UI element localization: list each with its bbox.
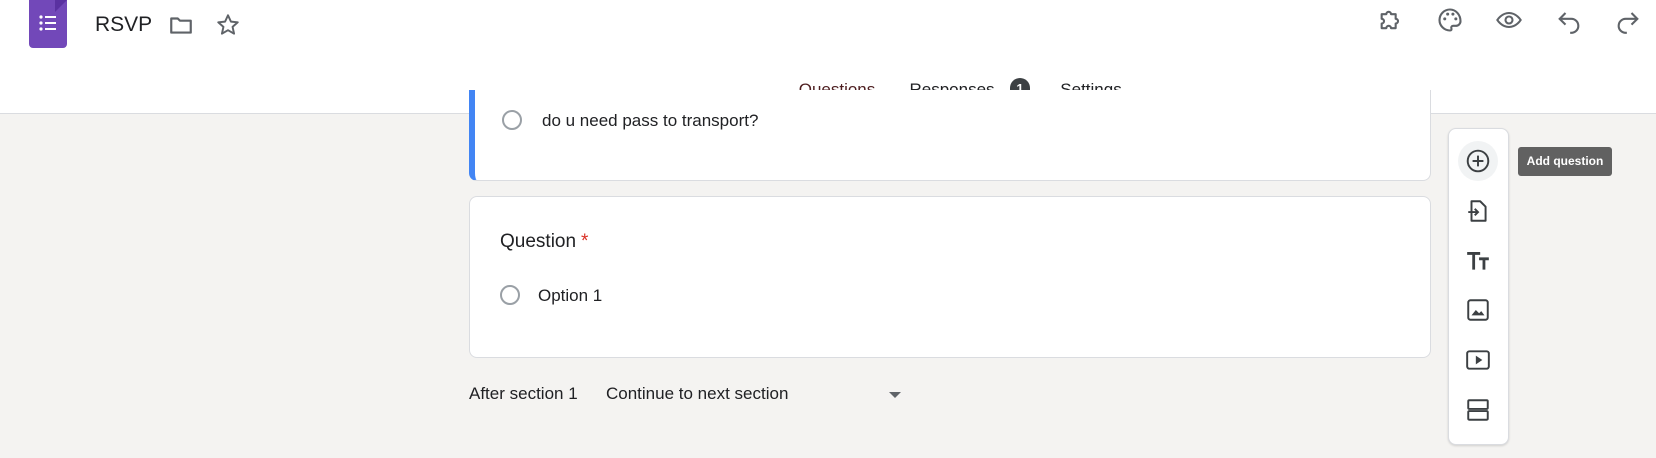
add-title-button[interactable] [1458, 241, 1498, 281]
eye-icon[interactable] [1495, 6, 1523, 34]
add-question-button[interactable] [1458, 141, 1498, 181]
puzzle-icon[interactable] [1377, 6, 1405, 34]
add-section-button[interactable] [1458, 390, 1498, 430]
add-video-icon [1466, 350, 1490, 370]
redo-icon[interactable] [1614, 6, 1642, 34]
add-section-icon [1467, 399, 1489, 421]
required-asterisk: * [581, 231, 589, 252]
document-title[interactable]: RSVP [95, 13, 152, 37]
forms-logo-icon[interactable] [29, 0, 67, 48]
import-questions-icon [1468, 200, 1487, 222]
star-icon[interactable] [215, 12, 241, 38]
add-image-icon [1467, 299, 1489, 321]
previous-question-card[interactable]: do u need pass to transport? [469, 90, 1431, 181]
add-video-button[interactable] [1458, 340, 1498, 380]
folder-icon[interactable] [168, 12, 194, 38]
radio-button[interactable] [502, 110, 522, 130]
after-section-dropdown[interactable]: Continue to next section [598, 374, 912, 414]
chevron-down-icon [889, 392, 901, 398]
add-question-tooltip: Add question [1518, 147, 1612, 176]
add-title-icon [1467, 252, 1489, 270]
import-questions-button[interactable] [1458, 191, 1498, 231]
after-section-value: Continue to next section [606, 384, 789, 403]
add-question-icon [1466, 149, 1490, 173]
question-title[interactable]: Question * [500, 231, 588, 253]
question-card[interactable]: Question * Option 1 [469, 196, 1431, 358]
option-label[interactable]: Option 1 [538, 286, 602, 306]
palette-icon[interactable] [1436, 6, 1464, 34]
add-image-button[interactable] [1458, 290, 1498, 330]
option-label[interactable]: do u need pass to transport? [542, 111, 758, 131]
radio-button[interactable] [500, 285, 520, 305]
after-section-label: After section 1 [469, 384, 578, 403]
floating-toolbar [1448, 128, 1509, 445]
undo-icon[interactable] [1555, 6, 1583, 34]
question-title-text: Question [500, 231, 577, 252]
